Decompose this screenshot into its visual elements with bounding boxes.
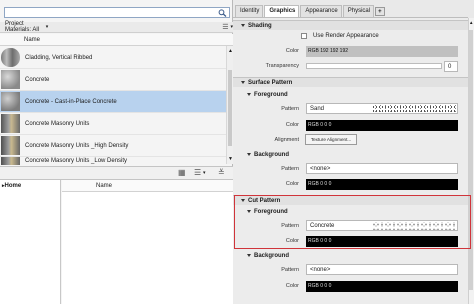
collapse-triangle-icon [247,92,251,96]
use-render-appearance-checkbox[interactable] [301,33,307,39]
checkbox-label: Use Render Appearance [313,33,379,39]
list-scrollbar[interactable]: ▲ ▼ [226,46,233,164]
list-view-icon[interactable]: ☰ [194,168,201,177]
material-row[interactable]: Concrete Masonry Units _High Density [0,135,226,157]
material-thumbnail [1,48,20,67]
material-thumbnail [1,70,20,89]
color-label: Color [285,48,299,54]
grid-view-icon[interactable]: ▦ [178,168,186,177]
shading-color-swatch[interactable]: RGB 192 192 192 [306,46,458,57]
scrollbar-thumb[interactable] [469,30,473,290]
scroll-up-arrow-icon[interactable]: ▲ [469,20,473,25]
material-thumbnail [1,136,20,155]
list-view-icon[interactable]: ☰ [222,23,228,31]
add-tab-button[interactable]: + [375,7,385,16]
material-row[interactable]: Concrete [0,69,226,91]
cut-background-color-swatch[interactable]: RGB 0 0 0 [306,281,458,292]
tree-item-home[interactable]: ▸Home [0,180,60,189]
material-row[interactable]: Concrete Masonry Units [0,113,226,135]
name-column-header[interactable]: Name [96,183,112,189]
surface-background-header[interactable]: Background [233,151,468,160]
library-toolbar: ▦ ☰ ▾ ≚ [0,166,233,180]
cut-background-pattern-field[interactable]: <none> [306,264,458,275]
color-label: Color [285,181,299,187]
property-tabs: Identity Graphics Appearance Physical + [233,5,474,17]
tab-graphics[interactable]: Graphics [264,5,300,17]
collapse-triangle-icon [247,253,251,257]
surface-background-color-swatch[interactable]: RGB 0 0 0 [306,179,458,190]
shading-section-header[interactable]: Shading [233,20,468,30]
transparency-slider[interactable] [306,63,442,69]
texture-alignment-button[interactable]: Texture Alignment... [305,134,357,145]
tab-identity[interactable]: Identity [235,5,264,17]
material-thumbnail [1,157,20,165]
color-label: Color [285,122,299,128]
library-tree: ▸Home [0,180,61,304]
material-name: Concrete [25,76,50,83]
material-thumbnail [1,114,20,133]
surface-foreground-header[interactable]: Foreground [233,91,468,100]
cut-background-header[interactable]: Background [233,252,468,261]
pattern-label: Pattern [281,166,299,172]
tab-appearance[interactable]: Appearance [300,5,342,17]
name-column-header[interactable]: Name [24,37,40,43]
annotation-highlight-box [234,195,471,249]
surface-foreground-color-swatch[interactable]: RGB 0 0 0 [306,120,458,131]
material-row-selected[interactable]: Concrete - Cast-in-Place Concrete [0,91,226,113]
collapse-triangle-icon [241,80,245,84]
filter-bar: Project Materials: All ▾ ☰ ▾ [0,21,233,33]
list-header[interactable]: Name [0,34,233,46]
chevron-down-icon[interactable]: ▾ [46,24,49,30]
material-thumbnail [1,92,20,111]
surface-background-pattern-field[interactable]: <none> [306,163,458,174]
use-render-appearance-row: Use Render Appearance [301,33,379,39]
transparency-input[interactable]: 0 [444,61,458,72]
collapse-triangle-icon [241,23,245,27]
properties-scrollbar[interactable]: ▲ [468,18,474,304]
sand-pattern-preview [372,105,456,113]
view-chevron-icon[interactable]: ▾ [203,170,206,176]
transparency-label: Transparency [265,63,299,69]
search-icon[interactable] [218,9,227,17]
material-name: Cladding, Vertical Ribbed [25,54,93,61]
library-list-header[interactable]: Name [62,180,233,192]
pattern-label: Pattern [281,267,299,273]
alignment-label: Alignment [274,137,299,143]
filter-dropdown-label[interactable]: Project Materials: All [5,21,44,33]
material-name: Concrete Masonry Units [25,120,90,127]
material-row[interactable]: Cladding, Vertical Ribbed [0,47,226,69]
surface-pattern-section-header[interactable]: Surface Pattern [233,77,468,87]
material-name: Concrete Masonry Units _High Density [25,142,129,149]
pattern-label: Pattern [281,106,299,112]
scrollbar-thumb[interactable] [228,70,232,146]
search-input[interactable] [4,7,230,18]
material-row[interactable]: Concrete Masonry Units _Low Density [0,157,226,165]
collapse-icon[interactable]: ≚ [218,168,225,177]
material-properties-panel: Identity Graphics Appearance Physical + … [233,0,474,304]
pattern-name: Sand [310,106,325,112]
color-label: Color [285,283,299,289]
material-name: Concrete - Cast-in-Place Concrete [25,98,117,105]
material-name: Concrete Masonry Units _Low Density [25,158,128,164]
library-material-list: Name [62,180,233,304]
collapse-triangle-icon [247,152,251,156]
surface-foreground-pattern-field[interactable]: Sand [306,103,458,114]
tab-physical[interactable]: Physical [342,5,375,17]
material-browser-panel: Project Materials: All ▾ ☰ ▾ Name Claddi… [0,0,233,304]
